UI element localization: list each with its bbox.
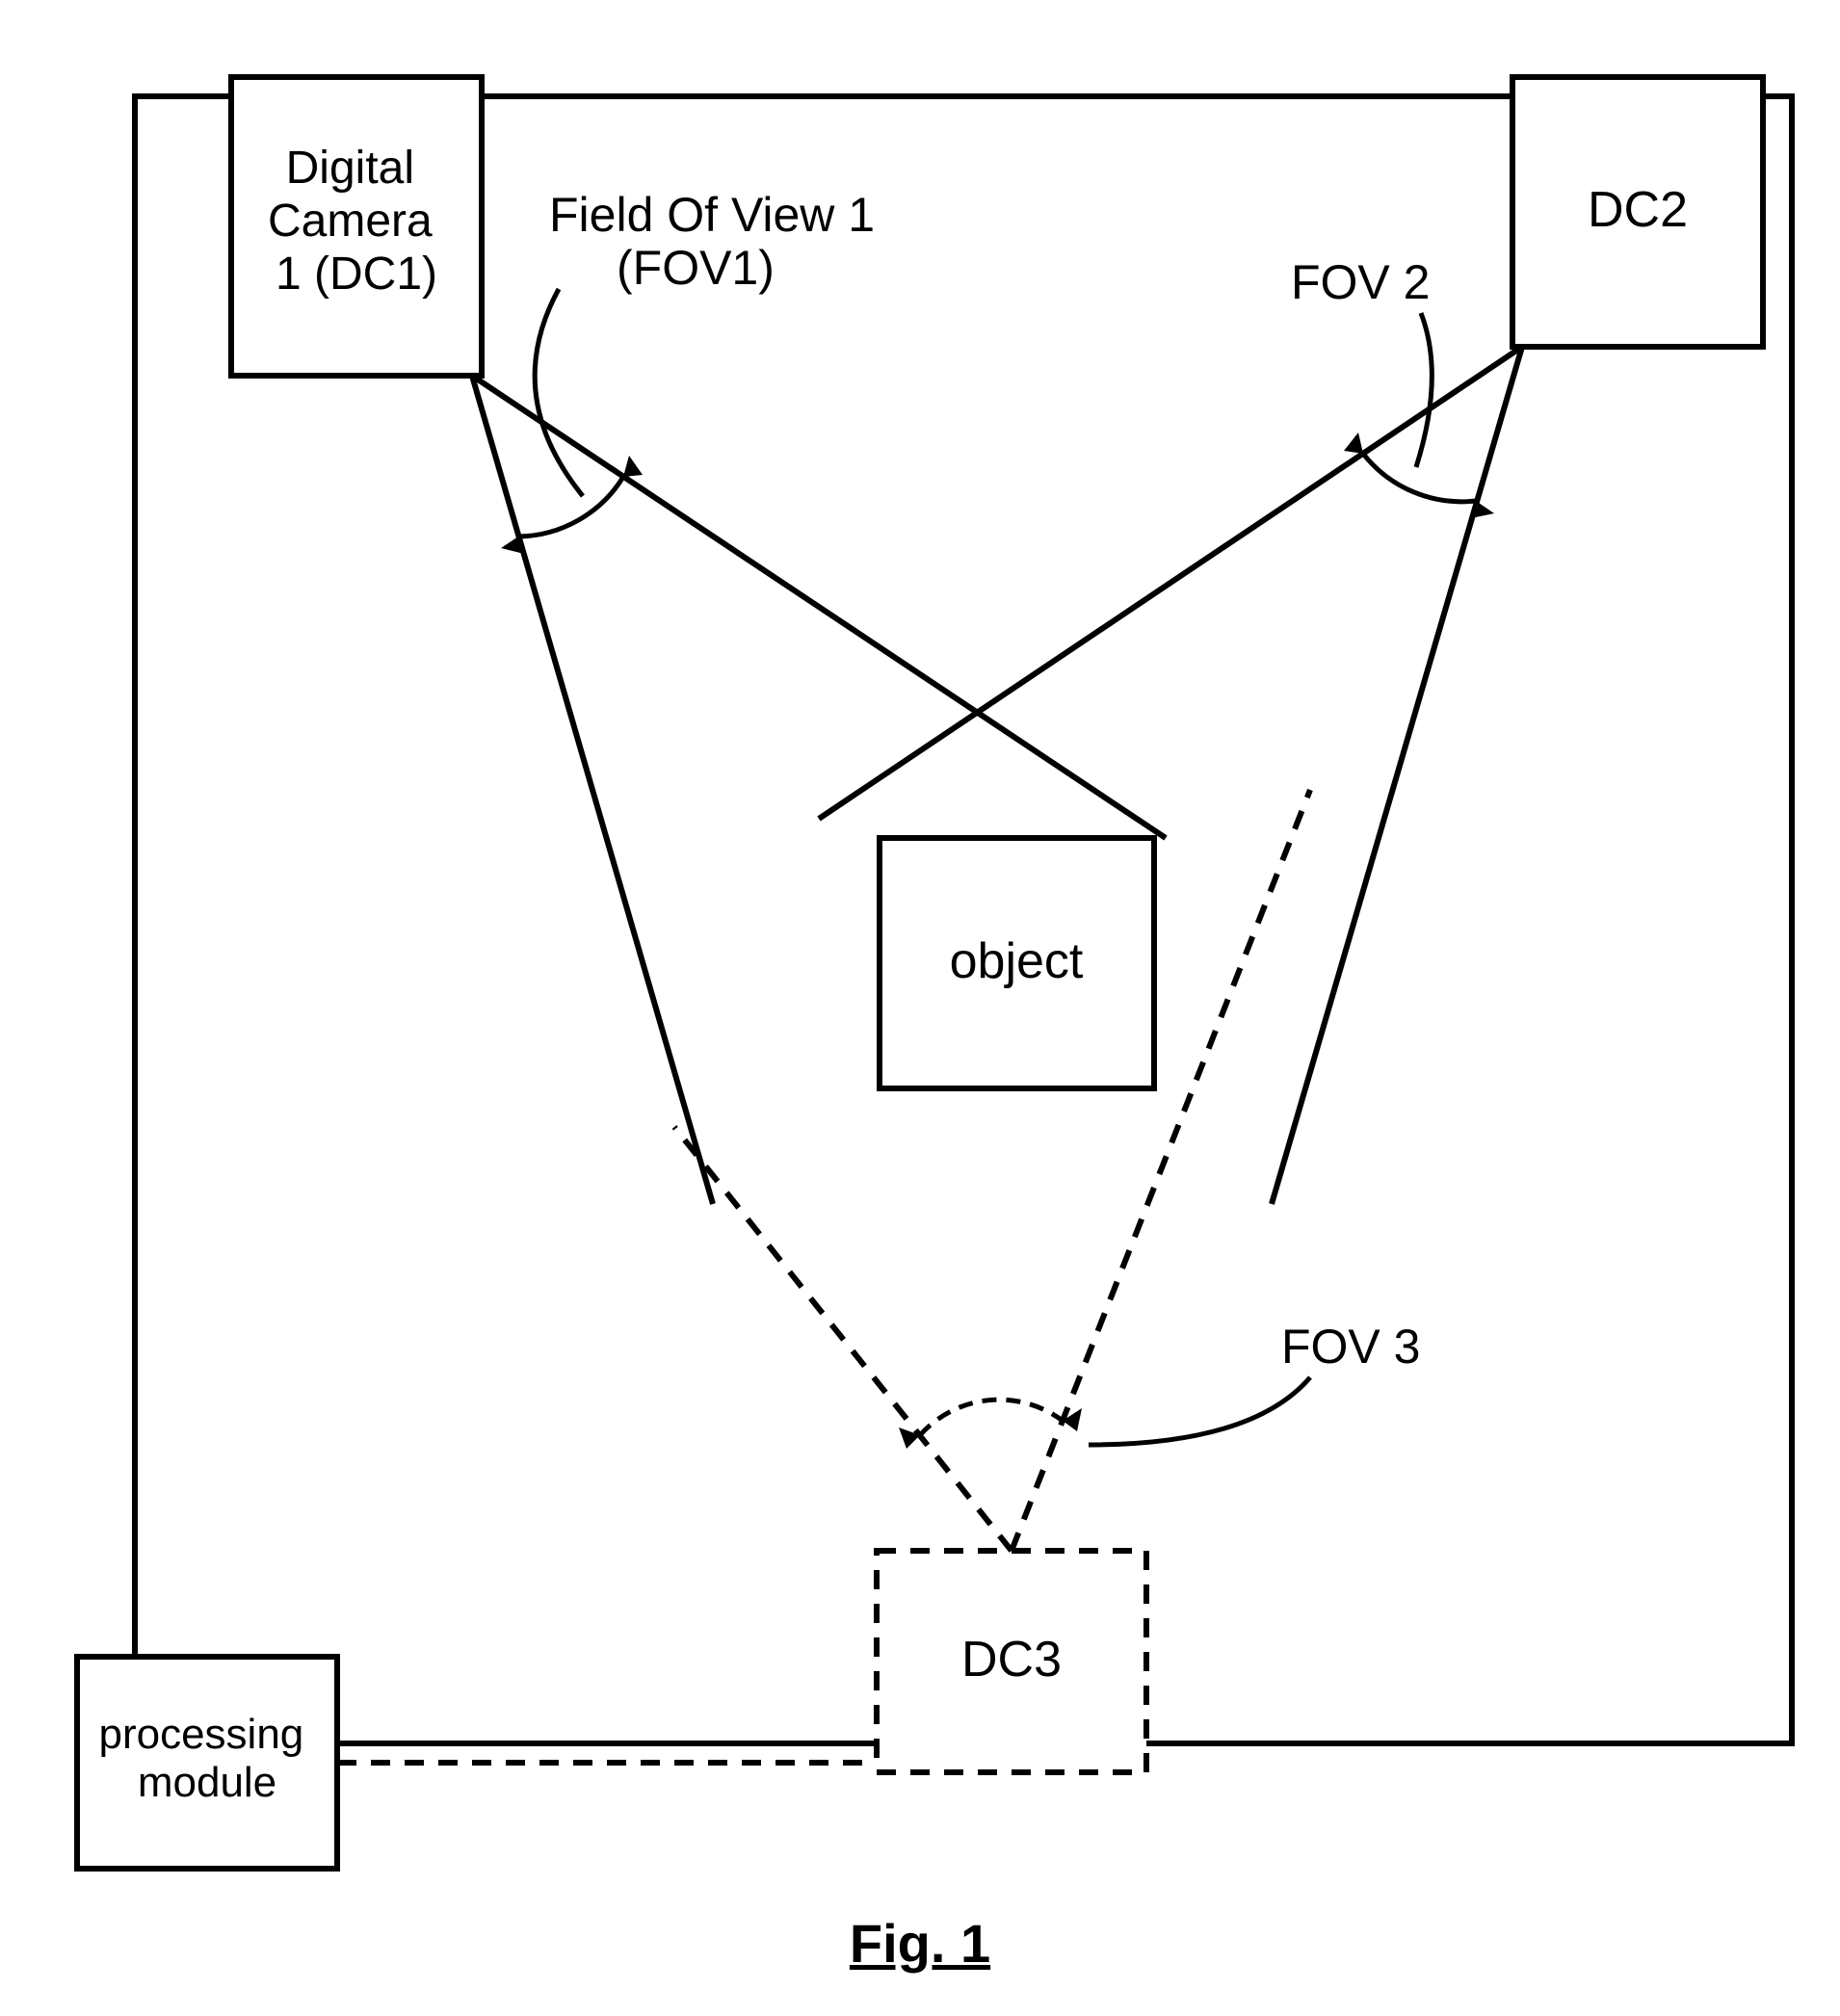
- dc2-text: DC2: [1588, 182, 1688, 238]
- fov1-label-connector: [535, 289, 583, 496]
- fov3-line-a: [674, 1127, 1012, 1551]
- diagram-svg: Digital Camera 1 (DC1) DC2 DC3 object pr…: [19, 19, 1821, 1994]
- fov3-label: FOV 3: [1281, 1320, 1420, 1374]
- dc1-text: Digital Camera 1 (DC1): [268, 143, 445, 300]
- fov2-label-connector: [1416, 313, 1432, 467]
- fov2-label: FOV 2: [1291, 255, 1430, 309]
- fov2-line-a: [819, 347, 1522, 819]
- diagram-container: Digital Camera 1 (DC1) DC2 DC3 object pr…: [19, 19, 1821, 1994]
- figure-title: Fig. 1: [850, 1912, 990, 1975]
- fov3-label-connector: [1089, 1377, 1310, 1445]
- dc3-text: DC3: [961, 1632, 1062, 1688]
- fov2-line-b: [1272, 347, 1522, 1204]
- object-text: object: [950, 933, 1084, 989]
- fov1-arc: [518, 477, 623, 537]
- fov3-arc: [920, 1400, 1063, 1435]
- fov1-line-b: [472, 376, 713, 1204]
- fov1-line-a: [472, 376, 1166, 838]
- fov1-label: Field Of View 1 (FOV1): [549, 188, 888, 295]
